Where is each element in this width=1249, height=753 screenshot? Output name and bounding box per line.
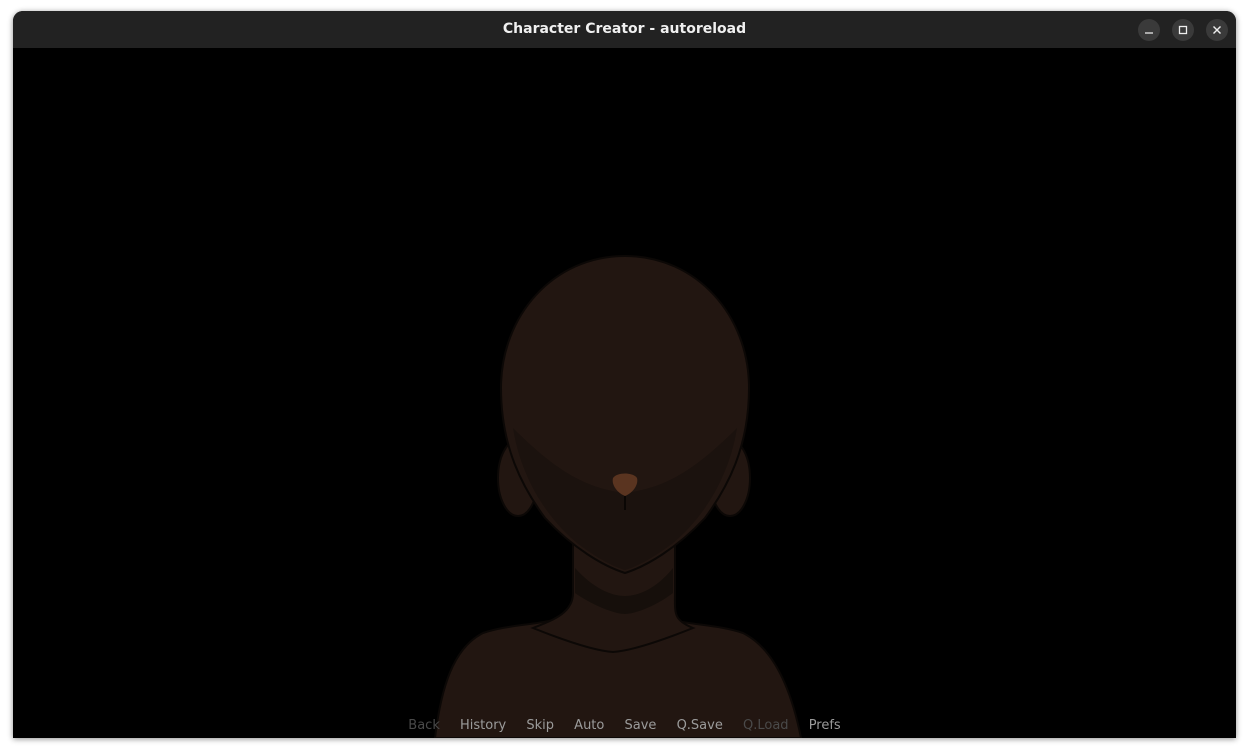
window-title: Character Creator - autoreload [502,21,747,37]
title-bar[interactable]: Character Creator - autoreload [13,11,1236,49]
game-window: Character Creator - autoreload Back Hist… [13,11,1236,738]
quick-menu-history[interactable]: History [460,718,506,733]
character-silhouette [433,254,803,738]
quick-menu-quick-load[interactable]: Q.Load [743,718,789,733]
minimize-button[interactable] [1138,19,1160,41]
close-icon [1212,25,1222,35]
game-viewport[interactable]: Back History Skip Auto Save Q.Save Q.Loa… [13,48,1236,738]
quick-menu: Back History Skip Auto Save Q.Save Q.Loa… [13,718,1236,738]
quick-menu-auto[interactable]: Auto [574,718,604,733]
minimize-icon [1144,25,1154,35]
maximize-icon [1178,25,1188,35]
quick-menu-back[interactable]: Back [408,718,440,733]
close-button[interactable] [1206,19,1228,41]
quick-menu-save[interactable]: Save [625,718,657,733]
quick-menu-prefs[interactable]: Prefs [809,718,841,733]
quick-menu-skip[interactable]: Skip [526,718,554,733]
quick-menu-quick-save[interactable]: Q.Save [677,718,723,733]
maximize-button[interactable] [1172,19,1194,41]
